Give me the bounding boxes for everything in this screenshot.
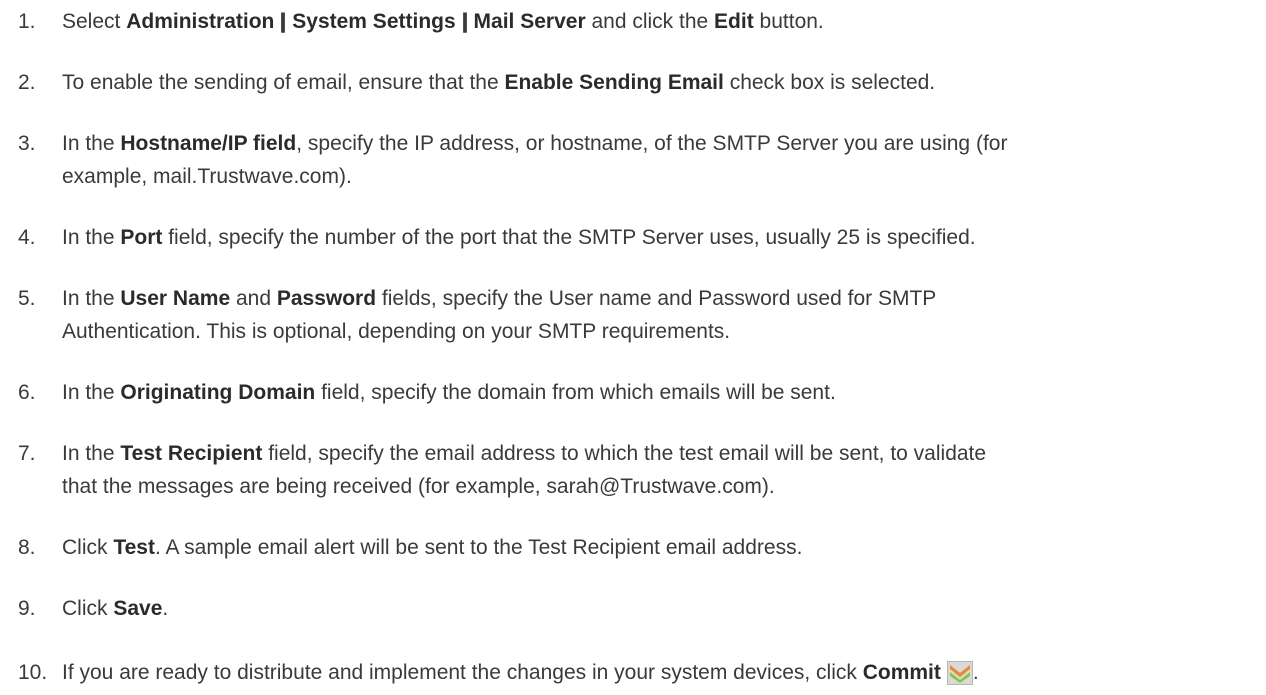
- step-text: In the Port field, specify the number of…: [62, 221, 1246, 254]
- step-number: 9.: [18, 597, 36, 620]
- step-text-run: In the: [62, 381, 121, 404]
- step-bold-term: Password: [276, 287, 377, 310]
- step-bold-term: System Settings: [292, 10, 456, 33]
- step-text: If you are ready to distribute and imple…: [62, 656, 1246, 695]
- step-bold-term: User Name: [120, 287, 231, 310]
- step-text-run: fields, specify the User name and Passwo…: [376, 287, 937, 310]
- menu-path-separator: |: [460, 10, 469, 33]
- step-text-run: that the messages are being received (fo…: [62, 475, 775, 498]
- step-text-run: Click: [62, 597, 114, 620]
- step-bold-term: Edit: [714, 10, 754, 33]
- step-text: In the Hostname/IP field, specify the IP…: [62, 127, 1246, 193]
- step-bold-term: Enable Sending Email: [504, 71, 724, 94]
- step-text-run: . A sample email alert will be sent to t…: [154, 536, 803, 559]
- step-text-run: Authentication. This is optional, depend…: [62, 320, 731, 343]
- step-bold-term: Originating Domain: [120, 381, 316, 404]
- step-bold-term: Mail Server: [473, 10, 586, 33]
- step-number: 8.: [18, 536, 36, 559]
- step-text-run: , specify the IP address, or hostname, o…: [296, 132, 1008, 155]
- step-bold-term: Test Recipient: [120, 442, 263, 465]
- step-bold-term: Save: [113, 597, 163, 620]
- step-text-run: To enable the sending of email, ensure t…: [62, 71, 505, 94]
- step-number: 7.: [18, 442, 36, 465]
- step-text-run: and click the: [585, 10, 715, 33]
- step-bold-term: Administration: [126, 10, 275, 33]
- step-text-run: In the: [62, 226, 121, 249]
- step-bold-term: Test: [113, 536, 155, 559]
- step-text: To enable the sending of email, ensure t…: [62, 66, 1246, 99]
- step-text-run: field, specify the number of the port th…: [162, 226, 976, 249]
- step-text-run: example, mail.Trustwave.com).: [62, 165, 352, 188]
- step-text: In the Originating Domain field, specify…: [62, 376, 1246, 409]
- step-text-run: Select: [62, 10, 127, 33]
- step-text-run: In the: [62, 442, 121, 465]
- step-text: Click Test. A sample email alert will be…: [62, 531, 1246, 564]
- step-text-run: field, specify the domain from which ema…: [315, 381, 836, 404]
- commit-icon: [946, 661, 973, 695]
- step-text-run: Click: [62, 536, 114, 559]
- step-bold-term: Port: [120, 226, 163, 249]
- step-number: 3.: [18, 132, 36, 155]
- step-number: 6.: [18, 381, 36, 404]
- step-text: Click Save.: [62, 592, 1246, 625]
- step-text-run: field, specify the email address to whic…: [262, 442, 987, 465]
- step-text-run: and: [230, 287, 277, 310]
- step-text-run: .: [162, 597, 169, 620]
- step-number: 5.: [18, 287, 36, 310]
- step-text-run: In the: [62, 132, 121, 155]
- step-number: 1.: [18, 10, 36, 33]
- step-number: 4.: [18, 226, 36, 249]
- step-bold-term: Hostname/IP field: [120, 132, 297, 155]
- step-text-run: check box is selected.: [723, 71, 936, 94]
- instruction-steps: 1. Select Administration | System Settings |…: [0, 0, 1266, 685]
- step-number: 2.: [18, 71, 36, 94]
- step-text: Select Administration | System Settings | Ma…: [62, 5, 1246, 38]
- step-text-run: In the: [62, 287, 121, 310]
- menu-path-separator: |: [279, 10, 288, 33]
- step-text: In the Test Recipient field, specify the…: [62, 437, 1246, 503]
- step-text-run: button.: [753, 10, 824, 33]
- step-text: In the User Name and Password fields, sp…: [62, 282, 1246, 348]
